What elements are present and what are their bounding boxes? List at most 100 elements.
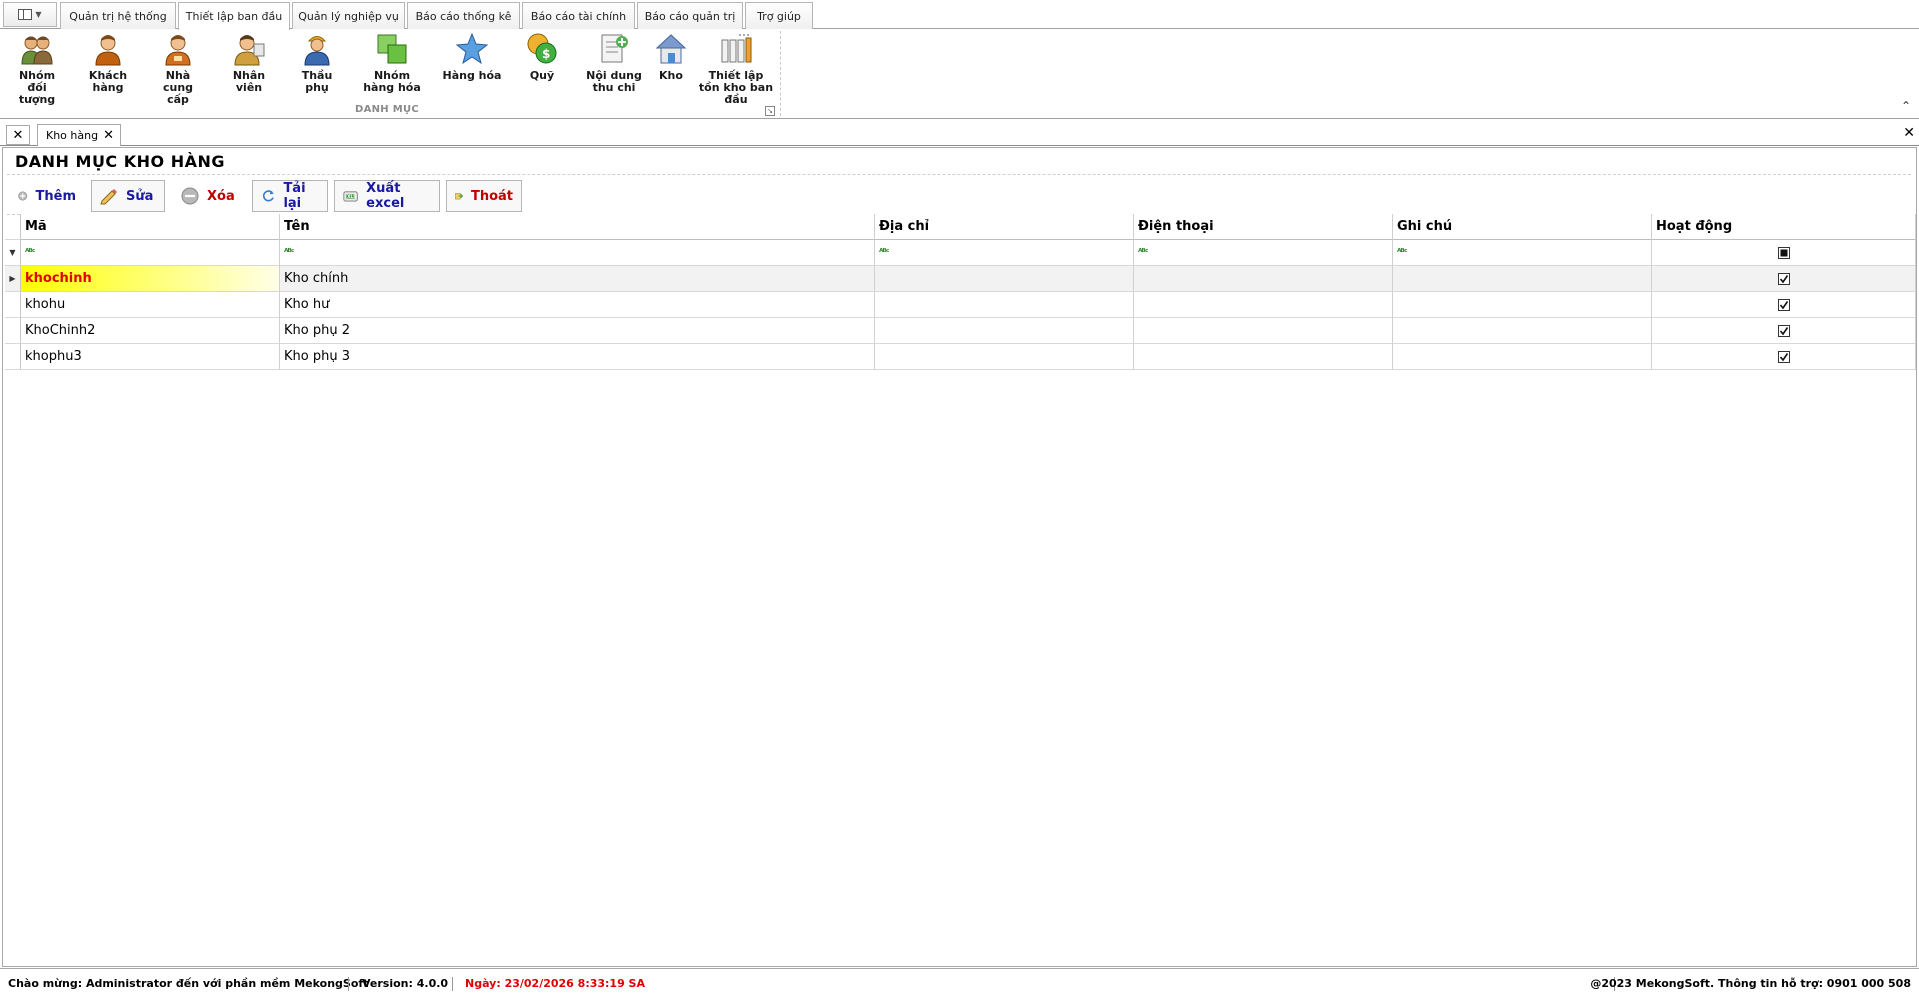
filter-cell-ten[interactable]: ᴬᴮᶜ: [280, 240, 875, 266]
ribbon-btn-label: Quỹ: [529, 69, 555, 82]
grid-filter-row: ▼ ᴬᴮᶜ ᴬᴮᶜ ᴬᴮᶜ ᴬᴮᶜ ᴬᴮᶜ: [5, 240, 1916, 266]
column-header-hoat-dong[interactable]: Hoạt động: [1652, 214, 1916, 240]
indeterminate-checkbox-icon: [1777, 246, 1790, 259]
cell-dien-thoai[interactable]: [1134, 318, 1393, 344]
ribbon-btn-nhom-hang-hoa[interactable]: Nhóm hàng hóa: [357, 32, 427, 94]
reload-button[interactable]: Tải lại: [252, 180, 328, 212]
grid-header-row: Mã Tên Địa chỉ Điện thoại Ghi chú Hoạt đ…: [5, 214, 1916, 240]
checkbox-checked-icon[interactable]: [1777, 350, 1790, 363]
cell-ma[interactable]: KhoChinh2: [21, 318, 280, 344]
doc-tab-kho-hang[interactable]: Kho hàng ✕: [37, 124, 121, 146]
cell-ghi-chu[interactable]: [1393, 344, 1652, 370]
ribbon-btn-nhom-doi-tuong[interactable]: Nhóm đối tượng: [6, 32, 68, 106]
filter-cell-ma[interactable]: ᴬᴮᶜ: [21, 240, 280, 266]
tab-tro-giup[interactable]: Trợ giúp: [745, 2, 813, 29]
cell-dia-chi[interactable]: [875, 292, 1134, 318]
exit-label: Thoát: [470, 188, 513, 204]
tab-quan-tri-he-thong[interactable]: Quản trị hệ thống: [60, 2, 176, 29]
checkbox-checked-icon[interactable]: [1777, 298, 1790, 311]
close-window-icon[interactable]: ✕: [1903, 125, 1915, 141]
status-welcome: Chào mừng: Administrator đến với phần mề…: [8, 977, 369, 990]
text-filter-icon: ᴬᴮᶜ: [25, 247, 35, 258]
tab-thiet-lap-ban-dau[interactable]: Thiết lập ban đầu: [178, 2, 290, 30]
app-menu-icon: [18, 9, 33, 20]
cell-dien-thoai[interactable]: [1134, 344, 1393, 370]
cell-hoat-dong[interactable]: [1652, 266, 1916, 292]
filter-cell-dia-chi[interactable]: ᴬᴮᶜ: [875, 240, 1134, 266]
product-group-icon: [377, 34, 407, 64]
content-panel: DANH MỤC KHO HÀNG Thêm Sửa Xóa Tải lại X…: [2, 147, 1917, 967]
row-indicator: [5, 344, 21, 370]
cell-ten[interactable]: Kho phụ 3: [280, 344, 875, 370]
edit-button[interactable]: Sửa: [91, 180, 165, 212]
cell-dien-thoai[interactable]: [1134, 292, 1393, 318]
export-excel-button[interactable]: XLS Xuất excel: [334, 180, 440, 212]
cell-ten[interactable]: Kho hư: [280, 292, 875, 318]
cell-ma[interactable]: khohu: [21, 292, 280, 318]
cell-ghi-chu[interactable]: [1393, 318, 1652, 344]
cell-ghi-chu[interactable]: [1393, 266, 1652, 292]
add-button[interactable]: Thêm: [9, 180, 85, 212]
ribbon-btn-label: Nội dung thu chi: [586, 69, 642, 94]
ribbon-btn-nhan-vien[interactable]: Nhân viên: [218, 32, 280, 94]
close-all-icon[interactable]: ✕: [6, 125, 30, 145]
row-indicator: [5, 318, 21, 344]
cell-ten[interactable]: Kho phụ 2: [280, 318, 875, 344]
tab-quan-ly-nghiep-vu[interactable]: Quản lý nghiệp vụ: [292, 2, 405, 29]
table-row[interactable]: khohu Kho hư: [5, 292, 1916, 318]
column-header-ma[interactable]: Mã: [21, 214, 280, 240]
ribbon-group-divider: [780, 31, 781, 116]
ribbon-btn-khach-hang[interactable]: Khách hàng: [80, 32, 136, 94]
table-row[interactable]: KhoChinh2 Kho phụ 2: [5, 318, 1916, 344]
reload-label: Tải lại: [283, 181, 306, 211]
column-header-dien-thoai[interactable]: Điện thoại: [1134, 214, 1393, 240]
ribbon-btn-label: Nhóm hàng hóa: [363, 69, 421, 94]
ribbon-btn-hang-hoa[interactable]: Hàng hóa: [441, 32, 503, 82]
ribbon-btn-nha-cung-cap[interactable]: Nhà cung cấp: [149, 32, 207, 106]
row-indicator: [5, 292, 21, 318]
collapse-ribbon-icon[interactable]: ⌃: [1901, 99, 1911, 113]
tab-bao-cao-quan-tri[interactable]: Báo cáo quản trị: [637, 2, 743, 29]
cell-ma[interactable]: khochinh: [21, 266, 280, 292]
checkbox-checked-icon[interactable]: [1777, 272, 1790, 285]
ribbon-btn-noi-dung-thu-chi[interactable]: Nội dung thu chi: [581, 32, 647, 94]
status-divider: [452, 977, 453, 991]
filter-cell-dien-thoai[interactable]: ᴬᴮᶜ: [1134, 240, 1393, 266]
ribbon-btn-thiet-lap-ton-kho[interactable]: Thiết lập tồn kho ban đầu: [697, 32, 775, 106]
cell-hoat-dong[interactable]: [1652, 318, 1916, 344]
checkbox-checked-icon[interactable]: [1777, 324, 1790, 337]
cell-dia-chi[interactable]: [875, 344, 1134, 370]
cell-dia-chi[interactable]: [875, 266, 1134, 292]
cell-dien-thoai[interactable]: [1134, 266, 1393, 292]
app-menu-button[interactable]: ▼: [3, 2, 57, 27]
ribbon-btn-quy[interactable]: $ Quỹ: [521, 32, 563, 82]
tab-bao-cao-tai-chinh[interactable]: Báo cáo tài chính: [522, 2, 635, 29]
table-row[interactable]: ▶ khochinh Kho chính: [5, 266, 1916, 292]
close-icon[interactable]: ✕: [103, 128, 114, 143]
column-header-ghi-chu[interactable]: Ghi chú: [1393, 214, 1652, 240]
tab-bao-cao-thong-ke[interactable]: Báo cáo thống kê: [407, 2, 520, 29]
text-filter-icon: ᴬᴮᶜ: [879, 247, 889, 258]
ribbon-btn-label: Nhà cung cấp: [162, 69, 194, 106]
cell-hoat-dong[interactable]: [1652, 344, 1916, 370]
table-row[interactable]: khophu3 Kho phụ 3: [5, 344, 1916, 370]
delete-button[interactable]: Xóa: [172, 180, 244, 212]
ribbon-btn-label: Nhóm đối tượng: [18, 69, 56, 106]
column-header-dia-chi[interactable]: Địa chỉ: [875, 214, 1134, 240]
cell-ghi-chu[interactable]: [1393, 292, 1652, 318]
cell-ma[interactable]: khophu3: [21, 344, 280, 370]
svg-text:XLS: XLS: [347, 194, 356, 199]
cell-ten[interactable]: Kho chính: [280, 266, 875, 292]
ribbon-btn-thau-phu[interactable]: Thầu phụ: [289, 32, 345, 94]
chevron-down-icon: ▼: [35, 10, 42, 19]
status-divider: [348, 977, 349, 991]
filter-cell-ghi-chu[interactable]: ᴬᴮᶜ: [1393, 240, 1652, 266]
cell-hoat-dong[interactable]: [1652, 292, 1916, 318]
ribbon-btn-kho[interactable]: Kho: [654, 32, 688, 82]
filter-cell-hoat-dong[interactable]: [1652, 240, 1916, 266]
group-launcher-icon[interactable]: ↘: [765, 106, 775, 116]
cell-dia-chi[interactable]: [875, 318, 1134, 344]
divider: [7, 174, 1911, 175]
column-header-ten[interactable]: Tên: [280, 214, 875, 240]
exit-button[interactable]: Thoát: [446, 180, 522, 212]
